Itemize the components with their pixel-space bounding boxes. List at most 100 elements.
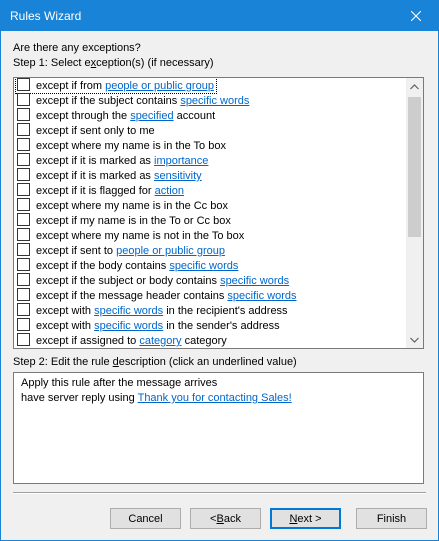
exception-row-content: except if the body contains specific wor…	[16, 258, 240, 273]
chevron-up-icon	[410, 83, 419, 89]
exception-value-link[interactable]: specific words	[220, 275, 289, 287]
exception-row[interactable]: except if it is marked as sensitivity	[14, 168, 406, 183]
exceptions-list-box[interactable]: except if from people or public group exc…	[13, 77, 424, 349]
close-icon	[410, 11, 421, 21]
exception-text: except if the message header contains	[36, 290, 228, 302]
scroll-thumb[interactable]	[408, 97, 421, 237]
exception-checkbox[interactable]	[17, 198, 30, 211]
scroll-down-button[interactable]	[406, 331, 423, 348]
reply-template-link[interactable]: Thank you for contacting Sales!	[138, 392, 292, 404]
exception-row[interactable]: except if it is flagged for action	[14, 183, 406, 198]
exception-text: except through the	[36, 110, 131, 122]
exception-checkbox[interactable]	[17, 213, 30, 226]
exception-checkbox[interactable]	[17, 138, 30, 151]
exception-value-link[interactable]: specific words	[169, 260, 238, 272]
exception-text: except if from	[36, 80, 106, 92]
exception-row-content: except where my name is in the To box	[16, 138, 228, 153]
exception-row[interactable]: except if sent to people or public group	[14, 243, 406, 258]
exception-row[interactable]: except where my name is in the Cc box	[14, 198, 406, 213]
back-button[interactable]: < Back	[190, 508, 261, 529]
step2-label: Step 2: Edit the rule description (click…	[13, 356, 297, 368]
separator	[13, 492, 426, 494]
exception-checkbox[interactable]	[17, 123, 30, 136]
exception-checkbox[interactable]	[17, 243, 30, 256]
next-button[interactable]: Next >	[270, 508, 341, 529]
exception-row-content: except if the message header contains sp…	[16, 288, 298, 303]
rule-description-box: Apply this rule after the message arrive…	[13, 372, 424, 484]
exception-value-link[interactable]: action	[155, 185, 184, 197]
description-line-2: have server reply using Thank you for co…	[21, 392, 292, 404]
exceptions-list: except if from people or public group exc…	[14, 78, 406, 348]
window-title: Rules Wizard	[10, 9, 82, 23]
exception-text: except with	[36, 320, 95, 332]
exception-text: except if the subject contains	[36, 95, 181, 107]
exception-row-content: except where my name is not in the To bo…	[16, 228, 246, 243]
exception-value-link[interactable]: people or public group	[116, 245, 225, 257]
step1-label: Step 1: Select exception(s) (if necessar…	[13, 57, 214, 69]
exception-row[interactable]: except if sent only to me	[14, 123, 406, 138]
exception-row[interactable]: except where my name is in the To box	[14, 138, 406, 153]
exception-row-content: except if it is marked as importance	[16, 153, 210, 168]
cancel-button[interactable]: Cancel	[110, 508, 181, 529]
close-button[interactable]	[393, 1, 438, 31]
exception-text: except if it is marked as	[36, 170, 154, 182]
exception-row-content: except if assigned to category category	[16, 333, 229, 348]
description-line-1: Apply this rule after the message arrive…	[21, 377, 218, 389]
exception-row-content: except if sent to people or public group	[16, 243, 227, 258]
exception-value-link[interactable]: specific words	[94, 320, 163, 332]
exception-value-link[interactable]: specific words	[94, 305, 163, 317]
exception-text: except with	[36, 305, 95, 317]
exception-row-content: except with specific words in the recipi…	[16, 303, 290, 318]
exception-text: except if sent to	[36, 245, 117, 257]
exceptions-scrollbar[interactable]	[406, 78, 423, 348]
exception-value-link[interactable]: specific words	[180, 95, 249, 107]
exception-value-link[interactable]: category	[139, 335, 181, 347]
rules-wizard-window: Rules Wizard Are there any exceptions? S…	[0, 0, 439, 541]
exception-text: except where my name is in the Cc box	[36, 200, 228, 212]
exception-row[interactable]: except if the body contains specific wor…	[14, 258, 406, 273]
exception-value-link[interactable]: sensitivity	[154, 170, 202, 182]
exception-value-link[interactable]: specified	[130, 110, 173, 122]
exception-text: except if it is flagged for	[36, 185, 155, 197]
exception-text: except if the subject or body contains	[36, 275, 221, 287]
exception-checkbox[interactable]	[17, 333, 30, 346]
exception-row[interactable]: except if assigned to category category	[14, 333, 406, 348]
exception-row[interactable]: except if the subject contains specific …	[14, 93, 406, 108]
exception-checkbox[interactable]	[17, 228, 30, 241]
exception-row[interactable]: except if from people or public group	[14, 78, 406, 94]
finish-button[interactable]: Finish	[356, 508, 427, 529]
exception-row-content: except if sent only to me	[16, 123, 157, 138]
exception-value-link[interactable]: importance	[154, 155, 208, 167]
exception-text: except if it is marked as	[36, 155, 154, 167]
exception-row-content: except where my name is in the Cc box	[16, 198, 230, 213]
exception-row[interactable]: except if my name is in the To or Cc box	[14, 213, 406, 228]
exception-row-content: except if my name is in the To or Cc box	[16, 213, 233, 228]
exception-checkbox[interactable]	[17, 288, 30, 301]
exception-checkbox[interactable]	[17, 108, 30, 121]
exception-row[interactable]: except with specific words in the recipi…	[14, 303, 406, 318]
exception-text: category	[181, 335, 227, 347]
exception-checkbox[interactable]	[17, 168, 30, 181]
exception-checkbox[interactable]	[17, 78, 30, 91]
exception-checkbox[interactable]	[17, 93, 30, 106]
exception-value-link[interactable]: people or public group	[105, 80, 214, 92]
exception-checkbox[interactable]	[17, 153, 30, 166]
exception-checkbox[interactable]	[17, 273, 30, 286]
exception-row[interactable]: except if the message header contains sp…	[14, 288, 406, 303]
exception-row-content: except if the subject or body contains s…	[16, 273, 291, 288]
exception-value-link[interactable]: specific words	[227, 290, 296, 302]
scroll-up-button[interactable]	[406, 78, 423, 95]
exception-text: except where my name is in the To box	[36, 140, 226, 152]
exception-row[interactable]: except if the subject or body contains s…	[14, 273, 406, 288]
exception-checkbox[interactable]	[17, 183, 30, 196]
exception-row[interactable]: except through the specified account	[14, 108, 406, 123]
exception-text: except if the body contains	[36, 260, 170, 272]
exception-row[interactable]: except with specific words in the sender…	[14, 318, 406, 333]
exception-row[interactable]: except where my name is not in the To bo…	[14, 228, 406, 243]
exception-row-content: except if the subject contains specific …	[16, 93, 251, 108]
exception-checkbox[interactable]	[17, 303, 30, 316]
exception-checkbox[interactable]	[17, 318, 30, 331]
exception-text: account	[173, 110, 216, 122]
exception-row[interactable]: except if it is marked as importance	[14, 153, 406, 168]
exception-checkbox[interactable]	[17, 258, 30, 271]
